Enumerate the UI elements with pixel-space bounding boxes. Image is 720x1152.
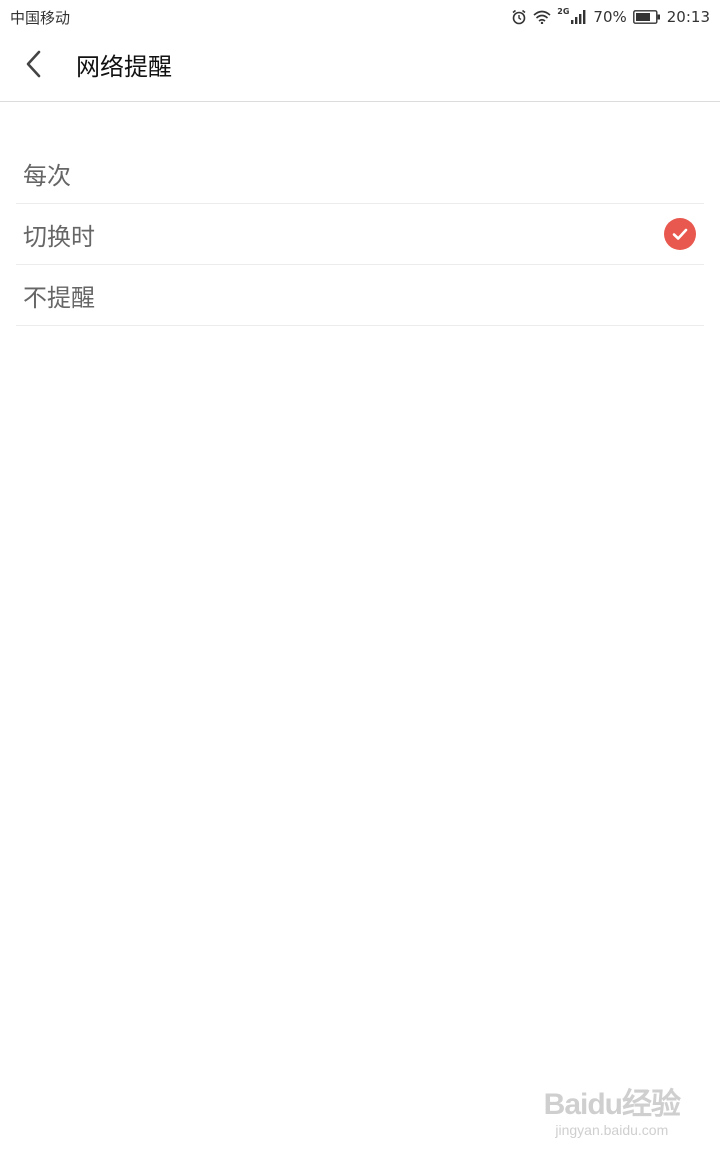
page-title: 网络提醒 bbox=[76, 53, 172, 81]
back-button[interactable] bbox=[14, 46, 54, 86]
option-label: 每次 bbox=[23, 161, 71, 190]
option-every-time[interactable]: 每次 bbox=[16, 143, 704, 204]
network-type-badge: 2G bbox=[557, 6, 570, 16]
option-on-switch[interactable]: 切换时 bbox=[16, 204, 704, 265]
option-no-reminder[interactable]: 不提醒 bbox=[16, 265, 704, 326]
watermark-logo: Baidu经验 bbox=[543, 1088, 681, 1121]
status-bar: 中国移动 2G 70% 20:13 bbox=[0, 0, 720, 34]
option-label: 切换时 bbox=[23, 222, 95, 251]
title-bar: 网络提醒 bbox=[0, 34, 720, 102]
battery-percent: 70% bbox=[593, 8, 627, 26]
carrier-name: 中国移动 bbox=[10, 8, 71, 27]
reminder-options-list: 每次 切换时 不提醒 bbox=[16, 143, 704, 326]
battery-icon bbox=[632, 10, 661, 24]
baidu-jingyan-watermark: Baidu经验 jingyan.baidu.com bbox=[543, 1088, 681, 1138]
status-icons: 2G 70% 20:13 bbox=[511, 6, 710, 26]
signal-icon bbox=[571, 10, 587, 24]
alarm-icon bbox=[511, 9, 527, 25]
option-label: 不提醒 bbox=[23, 283, 95, 312]
watermark-url: jingyan.baidu.com bbox=[555, 1122, 669, 1138]
clock-time: 20:13 bbox=[666, 8, 710, 26]
checkmark-selected-icon bbox=[664, 218, 696, 250]
wifi-icon bbox=[533, 10, 551, 24]
chevron-left-icon bbox=[24, 49, 44, 83]
